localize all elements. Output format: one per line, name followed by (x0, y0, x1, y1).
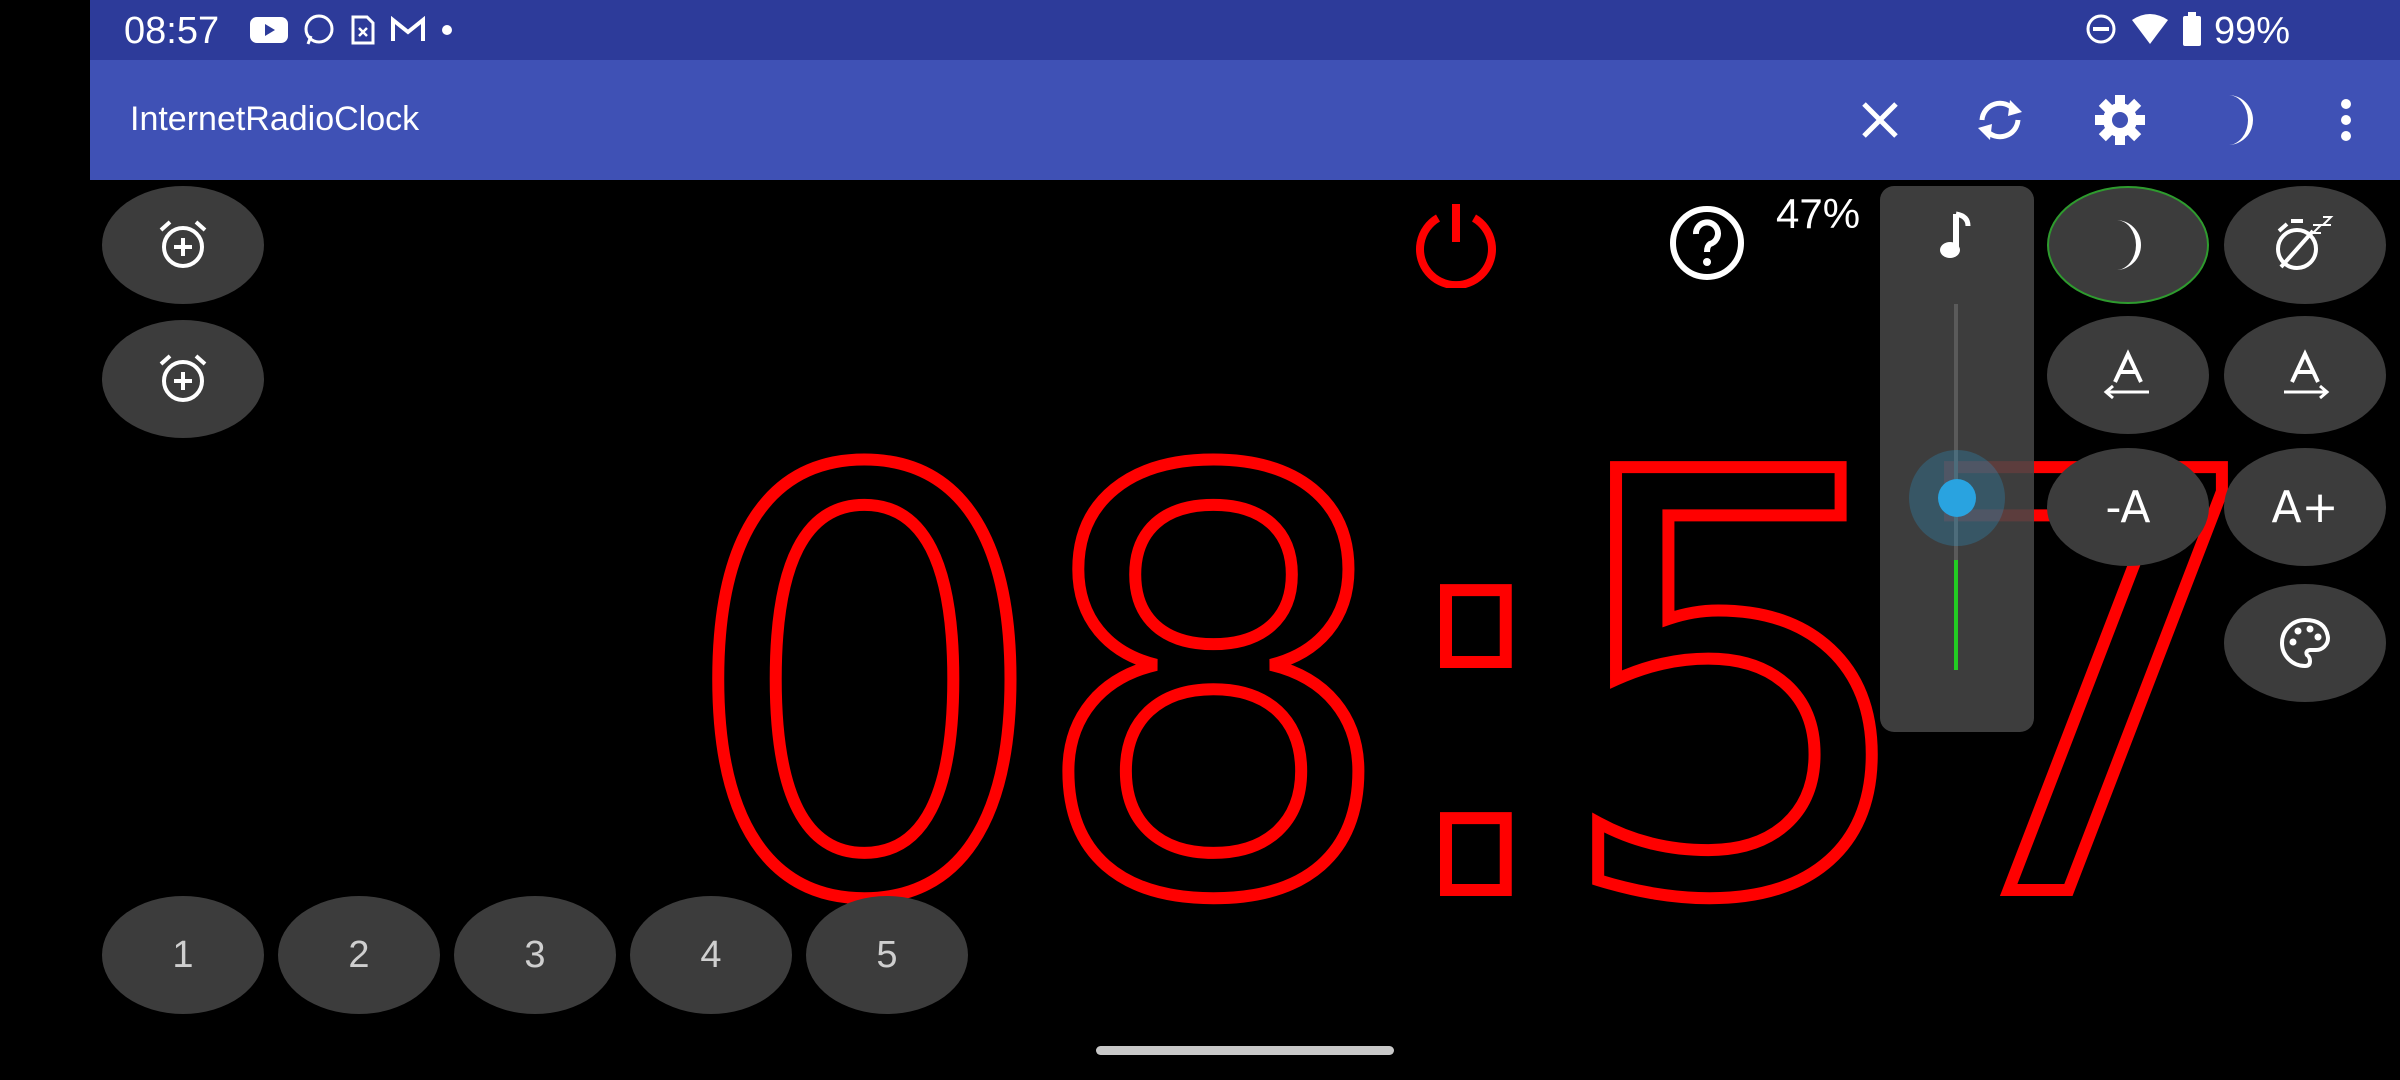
status-bar: 08:57 99% (90, 0, 2400, 60)
add-alarm-button-1[interactable] (102, 186, 264, 304)
preset-button-1[interactable]: 1 (102, 896, 264, 1014)
power-icon (1416, 204, 1496, 290)
wifi-icon (2130, 12, 2170, 51)
decrease-font-button[interactable]: -A (2047, 448, 2209, 566)
help-button[interactable] (1668, 204, 1746, 282)
palette-icon (2280, 617, 2331, 669)
text-align-right-button[interactable] (2224, 316, 2386, 434)
status-time: 08:57 (124, 10, 220, 52)
preset-button-2[interactable]: 2 (278, 896, 440, 1014)
sleep-timer-icon (2276, 216, 2334, 270)
more-options-button[interactable] (2316, 90, 2376, 150)
preset-button-5[interactable]: 5 (806, 896, 968, 1014)
color-palette-button[interactable] (2224, 584, 2386, 702)
volume-level-indicator (1954, 560, 1958, 670)
preset-label: 4 (700, 933, 722, 976)
more-icon (2341, 99, 2351, 141)
sim-icon (350, 14, 376, 46)
night-mode-toggle[interactable] (2047, 186, 2209, 304)
volume-percent: 47% (1776, 190, 1861, 237)
preset-button-3[interactable]: 3 (454, 896, 616, 1014)
text-align-left-button[interactable] (2047, 316, 2209, 434)
volume-slider-thumb[interactable] (1909, 450, 2005, 546)
app-bar: InternetRadioClock (90, 60, 2400, 180)
display-cutout (0, 0, 90, 1080)
sync-button[interactable] (1970, 90, 2030, 150)
app-title: InternetRadioClock (130, 100, 420, 138)
youtube-icon (250, 16, 288, 44)
dnd-icon (2084, 12, 2118, 51)
moon-icon (2116, 220, 2141, 270)
whatsapp-icon (302, 13, 336, 47)
power-button[interactable] (1410, 196, 1502, 290)
preset-label: 5 (876, 933, 898, 976)
increase-font-button[interactable]: A+ (2224, 448, 2386, 566)
battery-icon (2182, 12, 2202, 51)
sleep-timer-button[interactable] (2224, 186, 2386, 304)
decrease-font-label: -A (2105, 481, 2151, 533)
close-icon (1862, 102, 1898, 138)
increase-font-label: A+ (2271, 481, 2339, 533)
add-alarm-button-2[interactable] (102, 320, 264, 438)
home-indicator[interactable] (1096, 1046, 1394, 1055)
text-shift-right-icon (2284, 349, 2330, 400)
music-note-icon (1940, 211, 1971, 258)
battery-percent: 99% (2213, 10, 2290, 52)
dot-icon (440, 23, 454, 37)
settings-button[interactable] (2090, 90, 2150, 150)
night-mode-icon (2228, 95, 2253, 145)
alarm-add-icon (159, 354, 207, 402)
sync-icon (1978, 100, 2022, 140)
close-button[interactable] (1850, 90, 1910, 150)
preset-label: 3 (524, 933, 546, 976)
preset-label: 1 (172, 933, 194, 976)
preset-button-4[interactable]: 4 (630, 896, 792, 1014)
volume-panel (1880, 186, 2034, 732)
preset-label: 2 (348, 933, 370, 976)
alarm-add-icon (159, 220, 207, 268)
gmail-icon (390, 16, 426, 44)
text-shift-left-icon (2103, 349, 2149, 400)
help-icon (1670, 206, 1744, 280)
settings-icon (2095, 95, 2145, 145)
night-mode-button[interactable] (2210, 90, 2270, 150)
